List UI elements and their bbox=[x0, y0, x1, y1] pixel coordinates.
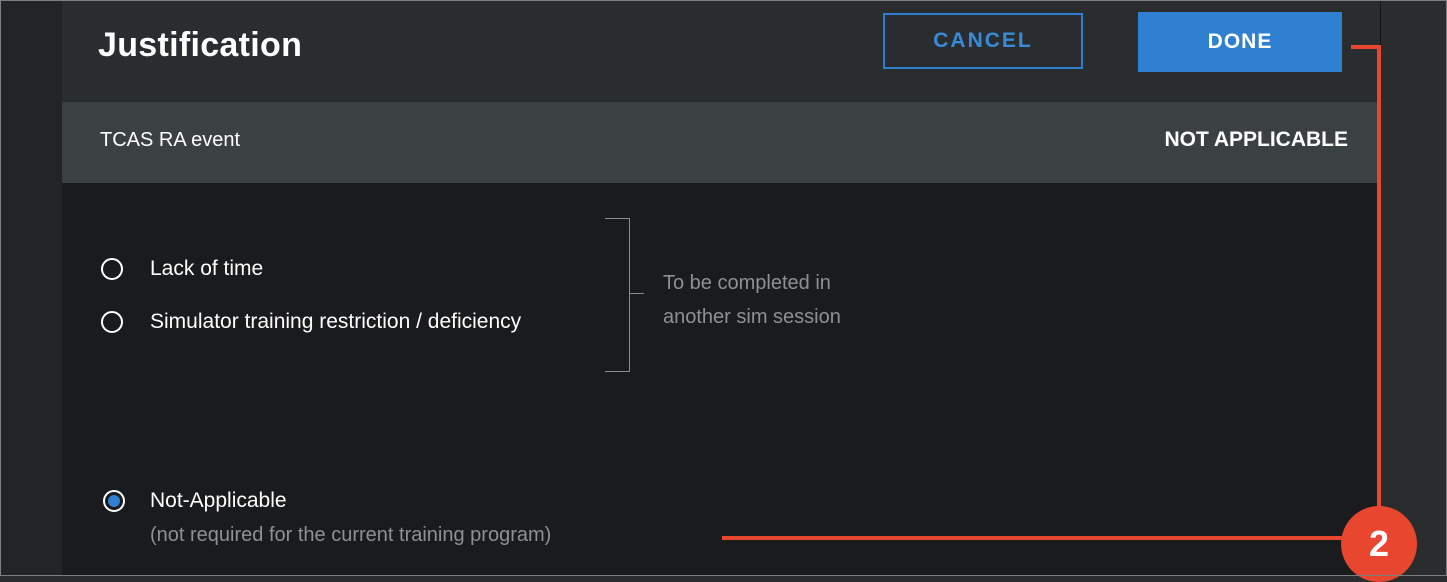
callout-line-vertical bbox=[1377, 45, 1381, 515]
done-button[interactable]: DONE bbox=[1138, 12, 1342, 72]
radio-not-applicable[interactable] bbox=[103, 490, 125, 512]
cancel-button[interactable]: CANCEL bbox=[883, 13, 1083, 69]
not-applicable-note: (not required for the current training p… bbox=[150, 524, 552, 546]
event-row: TCAS RA event NOT APPLICABLE bbox=[62, 102, 1380, 183]
background-panel-left bbox=[1, 1, 62, 575]
callout-line-bottom bbox=[722, 536, 1342, 540]
dialog-title: Justification bbox=[98, 26, 303, 64]
background-panel-right bbox=[1381, 1, 1446, 575]
group-note-line-2: another sim session bbox=[663, 306, 841, 328]
event-status: NOT APPLICABLE bbox=[1164, 128, 1348, 151]
radio-simulator-restriction[interactable] bbox=[101, 311, 123, 333]
radio-lack-of-time[interactable] bbox=[101, 258, 123, 280]
group-note: To be completed in another sim session bbox=[663, 266, 841, 334]
option-label-not-applicable[interactable]: Not-Applicable bbox=[150, 489, 287, 513]
event-name: TCAS RA event bbox=[100, 129, 241, 151]
callout-number-badge: 2 bbox=[1341, 506, 1417, 582]
group-note-line-1: To be completed in bbox=[663, 272, 831, 294]
option-group-bracket-tick bbox=[630, 293, 644, 294]
option-label-simulator-restriction[interactable]: Simulator training restriction / deficie… bbox=[150, 310, 521, 334]
dialog-header: Justification CANCEL DONE bbox=[62, 8, 1380, 102]
option-label-lack-of-time[interactable]: Lack of time bbox=[150, 257, 263, 281]
option-group-bracket bbox=[605, 218, 630, 372]
